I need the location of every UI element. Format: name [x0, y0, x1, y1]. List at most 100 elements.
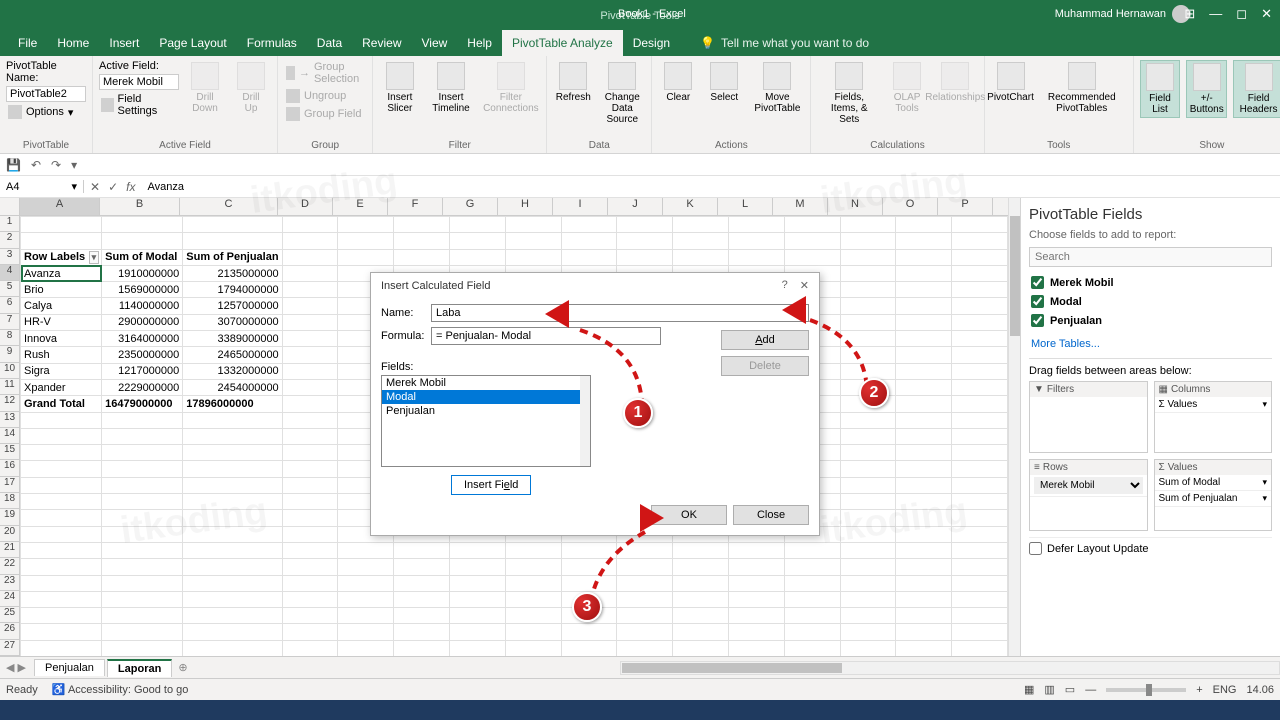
view-page-layout-icon[interactable]: ▥: [1044, 683, 1054, 696]
field-checkbox[interactable]: Penjualan: [1029, 311, 1272, 330]
close-icon[interactable]: ✕: [1261, 6, 1272, 22]
insert-timeline-button[interactable]: Insert Timeline: [427, 60, 476, 116]
fx-icon[interactable]: fx: [126, 180, 135, 194]
vertical-scrollbar[interactable]: [1008, 198, 1020, 656]
quick-access-toolbar: 💾 ↶ ↷ ▾: [0, 154, 1280, 176]
more-tables-link[interactable]: More Tables...: [1029, 336, 1272, 352]
tab-design[interactable]: Design: [623, 30, 680, 56]
plus-minus-buttons-button[interactable]: +/- Buttons: [1186, 60, 1227, 118]
recommended-pt-button[interactable]: Recommended PivotTables: [1037, 60, 1128, 116]
sheet-tab-0[interactable]: Penjualan: [34, 659, 105, 676]
name-box[interactable]: A4▾: [0, 180, 84, 193]
rows-item[interactable]: Merek Mobil: [1034, 477, 1143, 494]
sheet-tab-1[interactable]: Laporan: [107, 659, 172, 677]
rows-area[interactable]: ≡ Rows Merek Mobil: [1029, 459, 1148, 531]
active-field-input[interactable]: [99, 74, 179, 90]
account-area[interactable]: Muhammad Hernawan: [1055, 5, 1190, 23]
group-field-button: Group Field: [284, 106, 366, 122]
change-data-source-button[interactable]: Change Data Source: [599, 60, 645, 127]
clock: 14.06: [1246, 684, 1274, 696]
filter-connections-button: Filter Connections: [481, 60, 540, 116]
maximize-icon[interactable]: ◻: [1236, 6, 1247, 22]
undo-icon[interactable]: ↶: [31, 158, 41, 172]
fields-listbox[interactable]: Merek Mobil Modal Penjualan: [381, 375, 591, 467]
taskbar[interactable]: [0, 700, 1280, 720]
field-list-button[interactable]: Field List: [1140, 60, 1180, 118]
olap-tools-button: OLAP Tools: [887, 60, 927, 116]
add-sheet-button[interactable]: ⊕: [178, 661, 187, 674]
tab-pivottable-analyze[interactable]: PivotTable Analyze: [502, 30, 623, 56]
field-headers-button[interactable]: Field Headers: [1233, 60, 1280, 118]
pane-title: PivotTable Fields: [1029, 206, 1272, 223]
insert-slicer-button[interactable]: Insert Slicer: [379, 60, 420, 116]
tab-help[interactable]: Help: [457, 30, 502, 56]
values-item-1[interactable]: Sum of Penjualan: [1155, 491, 1272, 507]
ribbon-display-icon[interactable]: ⊞: [1184, 6, 1195, 22]
tab-formulas[interactable]: Formulas: [237, 30, 307, 56]
minimize-icon[interactable]: —: [1209, 6, 1222, 22]
refresh-button[interactable]: Refresh: [553, 60, 593, 105]
pivottable-fields-pane: PivotTable Fields Choose fields to add t…: [1020, 198, 1280, 656]
user-name: Muhammad Hernawan: [1055, 8, 1166, 20]
fields-search-input[interactable]: [1029, 247, 1272, 267]
accessibility-status[interactable]: ♿ Accessibility: Good to go: [52, 683, 189, 696]
qat-customize-icon[interactable]: ▾: [71, 158, 77, 172]
add-button[interactable]: Add: [721, 330, 809, 350]
field-item-2[interactable]: Penjualan: [382, 404, 590, 418]
pt-name-input[interactable]: [6, 86, 86, 102]
values-area[interactable]: Σ Values Sum of Modal Sum of Penjualan: [1154, 459, 1273, 531]
clear-button[interactable]: Clear: [658, 60, 698, 105]
field-item-0[interactable]: Merek Mobil: [382, 376, 590, 390]
redo-icon[interactable]: ↷: [51, 158, 61, 172]
tab-file[interactable]: File: [8, 30, 47, 56]
column-headers[interactable]: ABCDEFGHIJKLMNOP: [20, 198, 1008, 216]
view-page-break-icon[interactable]: ▭: [1065, 683, 1075, 696]
columns-item[interactable]: Σ Values: [1155, 397, 1272, 413]
status-bar: Ready ♿ Accessibility: Good to go ▦ ▥ ▭ …: [0, 678, 1280, 700]
language-indicator[interactable]: ENG: [1213, 684, 1237, 696]
document-title: Book1 - Excel: [618, 8, 686, 20]
ungroup-button: Ungroup: [284, 88, 366, 104]
enter-icon[interactable]: ✓: [108, 180, 118, 194]
ok-button[interactable]: OK: [651, 505, 727, 525]
dialog-title: Insert Calculated Field: [381, 280, 490, 292]
tab-page-layout[interactable]: Page Layout: [149, 30, 236, 56]
group-label: PivotTable: [6, 138, 86, 153]
tab-view[interactable]: View: [412, 30, 458, 56]
tab-data[interactable]: Data: [307, 30, 352, 56]
select-all-corner[interactable]: [0, 198, 20, 216]
sheet-nav[interactable]: ◀ ▶: [0, 661, 32, 674]
tab-insert[interactable]: Insert: [99, 30, 149, 56]
fields-items-sets-button[interactable]: Fields, Items, & Sets: [817, 60, 881, 127]
view-normal-icon[interactable]: ▦: [1024, 683, 1034, 696]
save-icon[interactable]: 💾: [6, 158, 21, 172]
row-headers[interactable]: 1234567891011121314151617181920212223242…: [0, 216, 20, 656]
dialog-close-icon[interactable]: ✕: [800, 279, 809, 292]
close-button[interactable]: Close: [733, 505, 809, 525]
tab-home[interactable]: Home: [47, 30, 99, 56]
formula-input[interactable]: Avanza: [141, 181, 190, 193]
window-controls: ⊞ — ◻ ✕: [1184, 6, 1272, 22]
field-checkbox[interactable]: Modal: [1029, 292, 1272, 311]
cancel-icon[interactable]: ✕: [90, 180, 100, 194]
zoom-slider[interactable]: [1106, 688, 1186, 692]
dialog-help-icon[interactable]: ?: [782, 279, 788, 292]
options-button[interactable]: Options ▾: [6, 104, 86, 120]
field-checkbox[interactable]: Merek Mobil: [1029, 273, 1272, 292]
zoom-in-icon[interactable]: +: [1196, 684, 1202, 696]
tab-review[interactable]: Review: [352, 30, 411, 56]
select-button[interactable]: Select: [704, 60, 744, 105]
field-settings-button[interactable]: Field Settings: [99, 92, 179, 118]
pivotchart-button[interactable]: PivotChart: [991, 60, 1031, 105]
filters-area[interactable]: ▼ Filters: [1029, 381, 1148, 453]
defer-checkbox[interactable]: [1029, 542, 1042, 555]
move-pivottable-button[interactable]: Move PivotTable: [750, 60, 804, 116]
zoom-out-icon[interactable]: —: [1085, 684, 1096, 696]
active-field-label: Active Field:: [99, 60, 179, 72]
tell-me[interactable]: 💡 Tell me what you want to do: [700, 36, 869, 56]
insert-field-button[interactable]: Insert Field: [451, 475, 531, 495]
columns-area[interactable]: ▦ Columns Σ Values: [1154, 381, 1273, 453]
values-item-0[interactable]: Sum of Modal: [1155, 475, 1272, 491]
field-item-1[interactable]: Modal: [382, 390, 590, 404]
horizontal-scrollbar[interactable]: [620, 661, 1280, 675]
